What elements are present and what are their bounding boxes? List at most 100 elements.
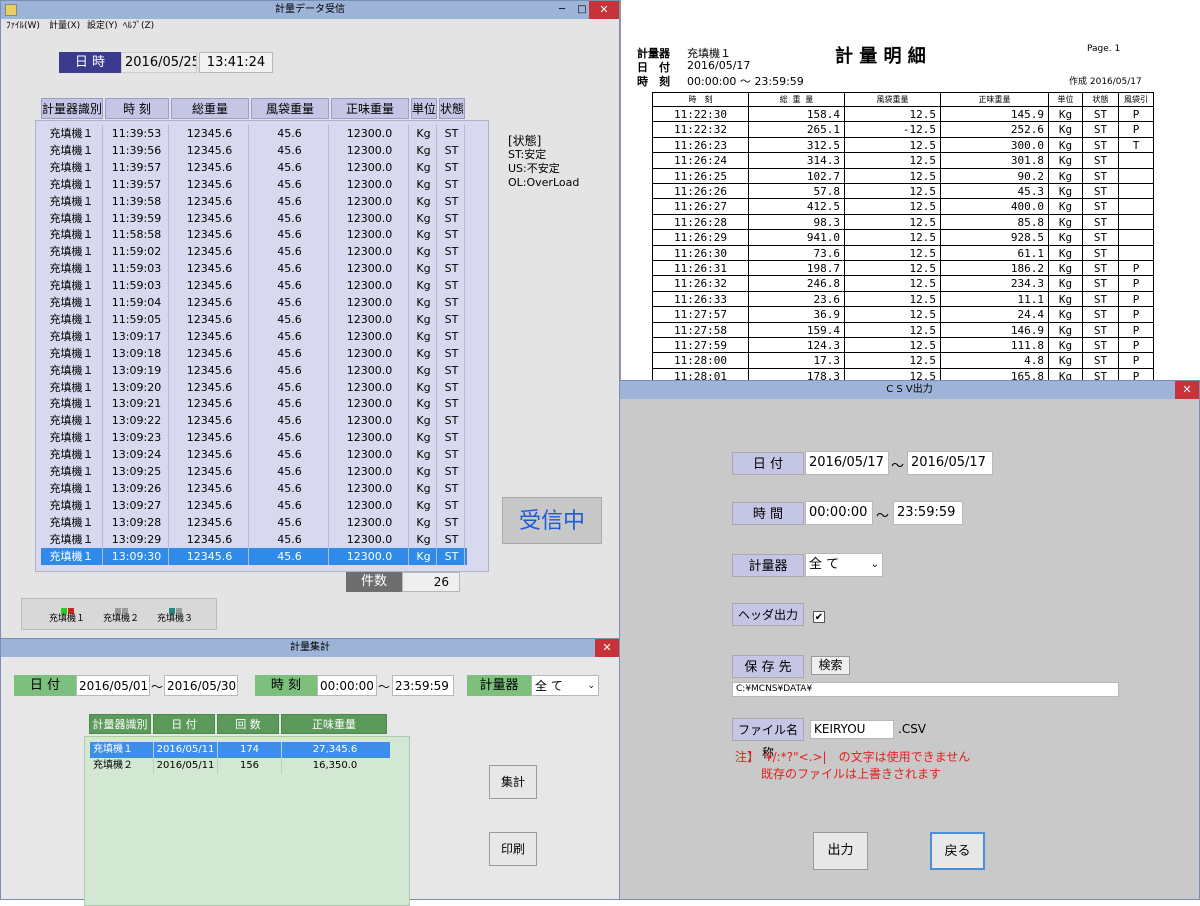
table-cell: ST — [439, 378, 465, 396]
search-button[interactable]: 検索 — [811, 656, 850, 675]
report-cell: ST — [1083, 168, 1119, 184]
summary-cell: 充填機２ — [90, 758, 154, 774]
table-row[interactable]: 充填機１ 11:59:03 12345.6 45.6 12300.0 Kg ST — [41, 260, 467, 278]
report-cell: ST — [1083, 291, 1119, 308]
csv-date-to[interactable]: 2016/05/17 — [907, 451, 993, 475]
table-row[interactable]: 充填機１ 13:09:23 12345.6 45.6 12300.0 Kg ST — [41, 429, 467, 447]
report-cell: 12.5 — [845, 245, 941, 261]
summary-row[interactable]: 充填機２ 2016/05/11 156 16,350.0 — [90, 758, 390, 774]
report-cell: 12.5 — [845, 353, 941, 369]
report-row: 11:26:28 98.3 12.5 85.8 Kg ST — [653, 214, 1153, 231]
col-header-tare: 風袋重量 — [251, 98, 329, 119]
table-row[interactable]: 充填機１ 11:39:56 12345.6 45.6 12300.0 Kg ST — [41, 141, 467, 159]
table-row[interactable]: 充填機１ 13:09:26 12345.6 45.6 12300.0 Kg ST — [41, 479, 467, 497]
report-cell: P — [1132, 262, 1140, 275]
csv-time-to[interactable]: 23:59:59 — [893, 501, 963, 525]
csv-save-path[interactable]: C:¥MCNS¥DATA¥ — [732, 682, 1119, 697]
table-cell: Kg — [411, 361, 437, 379]
close-icon[interactable]: ✕ — [589, 1, 619, 19]
csv-date-tilde: ～ — [891, 459, 905, 474]
report-cell: 17.3 — [749, 353, 845, 369]
table-cell: 12345.6 — [171, 344, 249, 362]
menu-settings[interactable]: 設定(Y) — [87, 19, 118, 33]
csv-filename-field[interactable]: KEIRYOU — [810, 720, 894, 739]
report-cell — [1119, 153, 1153, 168]
table-row[interactable]: 充填機１ 13:09:28 12345.6 45.6 12300.0 Kg ST — [41, 513, 467, 531]
table-row[interactable]: 充填機１ 13:09:18 12345.6 45.6 12300.0 Kg ST — [41, 344, 467, 362]
table-cell: Kg — [411, 327, 437, 345]
summary-date-from[interactable]: 2016/05/01 — [76, 675, 150, 696]
print-button[interactable]: 印刷 — [489, 832, 537, 866]
report-cell: 12.5 — [845, 107, 941, 123]
table-row[interactable]: 充填機１ 11:39:53 12345.6 45.6 12300.0 Kg ST — [41, 125, 467, 142]
table-row[interactable]: 充填機１ 13:09:24 12345.6 45.6 12300.0 Kg ST — [41, 446, 467, 464]
table-cell: 45.6 — [251, 192, 329, 210]
table-cell: 12300.0 — [331, 496, 409, 514]
table-row[interactable]: 充填機１ 13:09:19 12345.6 45.6 12300.0 Kg ST — [41, 361, 467, 379]
menu-help[interactable]: ﾍﾙﾌﾟ(Z) — [123, 19, 154, 33]
machine-3-indicator: 充填機３ — [150, 604, 200, 628]
table-row[interactable]: 充填機１ 11:59:05 12345.6 45.6 12300.0 Kg ST — [41, 310, 467, 328]
summary-title: 計量集計 — [290, 642, 330, 653]
table-row[interactable]: 充填機１ 11:59:03 12345.6 45.6 12300.0 Kg ST — [41, 277, 467, 295]
table-row[interactable]: 充填機１ 11:39:59 12345.6 45.6 12300.0 Kg ST — [41, 209, 467, 227]
report-cell: 178.3 — [749, 368, 845, 380]
table-row[interactable]: 充填機１ 13:09:22 12345.6 45.6 12300.0 Kg ST — [41, 412, 467, 430]
csv-save-label: 保 存 先 — [732, 655, 804, 678]
table-row[interactable]: 充填機１ 11:39:57 12345.6 45.6 12300.0 Kg ST — [41, 158, 467, 176]
minimize-icon[interactable]: ─ — [551, 1, 573, 19]
output-button[interactable]: 出力 — [813, 832, 868, 870]
table-cell: Kg — [411, 530, 437, 548]
col-header-meter: 計量器識別 — [41, 98, 103, 119]
report-cell: ST — [1083, 322, 1119, 338]
table-row[interactable]: 充填機１ 13:09:17 12345.6 45.6 12300.0 Kg ST — [41, 327, 467, 345]
report-table: 時 刻 総 重 量 風袋重量 正味重量 単位 状態 風袋引 11:22:30 15… — [652, 92, 1154, 380]
table-row[interactable]: 充填機１ 13:09:20 12345.6 45.6 12300.0 Kg ST — [41, 378, 467, 396]
csv-close-icon[interactable]: ✕ — [1175, 381, 1199, 399]
table-cell: 12345.6 — [171, 479, 249, 497]
table-row[interactable]: 充填機１ 13:09:29 12345.6 45.6 12300.0 Kg ST — [41, 530, 467, 548]
summary-row[interactable]: 充填機１ 2016/05/11 174 27,345.6 — [90, 742, 390, 758]
csv-time-tilde: ～ — [876, 509, 890, 524]
back-button[interactable]: 戻る — [930, 832, 985, 870]
summary-meter-value: 全 て — [535, 679, 563, 693]
table-cell: 12300.0 — [331, 226, 409, 244]
report-cell: P — [1132, 123, 1140, 137]
summary-time-to[interactable]: 23:59:59 — [392, 675, 454, 696]
aggregate-button[interactable]: 集計 — [489, 765, 537, 799]
table-cell: 13:09:24 — [105, 446, 169, 464]
summary-close-icon[interactable]: ✕ — [595, 639, 619, 657]
report-cell: 11:28:00 — [653, 353, 749, 369]
table-cell: ST — [439, 260, 465, 278]
csv-meter-select[interactable]: 全 て ⌄ — [805, 553, 883, 577]
menu-file[interactable]: ﾌｧｲﾙ(W) — [6, 19, 40, 33]
csv-date-from[interactable]: 2016/05/17 — [805, 451, 889, 475]
table-row[interactable]: 充填機１ 11:39:58 12345.6 45.6 12300.0 Kg ST — [41, 192, 467, 210]
table-row[interactable]: 充填機１ 11:59:02 12345.6 45.6 12300.0 Kg ST — [41, 243, 467, 261]
csv-time-from[interactable]: 00:00:00 — [805, 501, 873, 525]
table-row[interactable]: 充填機１ 13:09:25 12345.6 45.6 12300.0 Kg ST — [41, 463, 467, 480]
receive-list[interactable]: 充填機１ 11:39:53 12345.6 45.6 12300.0 Kg ST 充填機１ 11… — [35, 120, 489, 572]
table-cell: 45.6 — [251, 344, 329, 362]
table-row[interactable]: 充填機１ 13:09:30 12345.6 45.6 12300.0 Kg ST — [41, 547, 467, 565]
table-row[interactable]: 充填機１ 11:59:04 12345.6 45.6 12300.0 Kg ST — [41, 294, 467, 311]
summary-date-to[interactable]: 2016/05/30 — [164, 675, 238, 696]
summary-list[interactable]: 充填機１ 2016/05/11 174 27,345.6 充填機２ 2016/05/11 1… — [84, 736, 410, 906]
report-cell: ST — [1083, 184, 1119, 200]
table-cell: 45.6 — [251, 175, 329, 193]
summary-time-from[interactable]: 00:00:00 — [317, 675, 377, 696]
table-row[interactable]: 充填機１ 13:09:27 12345.6 45.6 12300.0 Kg ST — [41, 496, 467, 514]
report-cell: P — [1132, 323, 1140, 337]
table-cell: 13:09:22 — [105, 412, 169, 430]
table-cell: 45.6 — [251, 260, 329, 278]
report-col-status: 状態 — [1083, 93, 1119, 107]
menu-measure[interactable]: 計量(X) — [49, 19, 80, 33]
summary-meter-select[interactable]: 全 て ⌄ — [531, 675, 599, 696]
table-row[interactable]: 充填機１ 13:09:21 12345.6 45.6 12300.0 Kg ST — [41, 395, 467, 413]
table-cell: 12345.6 — [171, 412, 249, 430]
table-row[interactable]: 充填機１ 11:39:57 12345.6 45.6 12300.0 Kg ST — [41, 175, 467, 193]
summary-date-tilde: ～ — [151, 680, 164, 694]
table-row[interactable]: 充填機１ 11:58:58 12345.6 45.6 12300.0 Kg ST — [41, 226, 467, 244]
table-cell: ST — [439, 513, 465, 531]
csv-header-checkbox[interactable]: ✔ — [813, 611, 825, 623]
